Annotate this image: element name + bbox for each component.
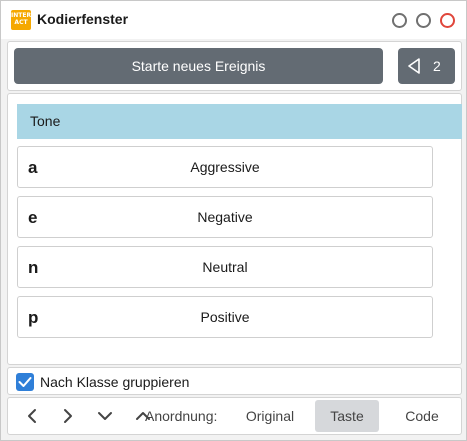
group-by-class-label[interactable]: Nach Klasse gruppieren [40,374,189,390]
start-new-event-button[interactable]: Starte neues Ereignis [14,48,383,84]
code-label: Neutral [202,259,248,275]
code-label: Aggressive [190,159,260,175]
sort-key-button[interactable]: Taste [315,400,379,432]
code-button-neutral[interactable]: Neutral n [17,246,433,288]
code-button-aggressive[interactable]: Aggressive a [17,146,433,188]
previous-event-button[interactable]: 2 [398,48,455,84]
checkmark-icon [18,377,32,387]
toolbar: Starte neues Ereignis 2 [7,41,462,91]
chevron-right-icon[interactable] [58,406,78,426]
close-button[interactable] [440,13,455,28]
code-button-negative[interactable]: Negative e [17,196,433,238]
window-title: Kodierfenster [37,11,129,27]
triangle-left-icon [408,58,420,74]
title-bar: INTER ACT Kodierfenster [1,1,466,39]
chevron-down-icon[interactable] [95,406,115,426]
code-key: p [28,308,39,327]
group-header-tone[interactable]: Tone [17,104,462,139]
coding-window: INTER ACT Kodierfenster Starte neues Ere… [0,0,467,441]
group-by-class-bar: Nach Klasse gruppieren [7,367,462,395]
interact-app-icon: INTER ACT [11,10,31,30]
event-count: 2 [433,58,441,74]
chevron-left-icon[interactable] [22,406,42,426]
code-key: e [28,208,38,227]
code-label: Negative [197,209,253,225]
code-key: a [28,158,38,177]
codes-panel: Tone Aggressive a Negative e Neutral n P… [7,93,462,365]
group-by-class-checkbox[interactable] [16,373,34,391]
sort-order-label: Anordnung: [145,408,218,424]
minimize-button[interactable] [392,13,407,28]
sort-code-button[interactable]: Code [390,400,454,432]
code-button-positive[interactable]: Positive p [17,296,433,338]
bottom-bar: Anordnung: Original Taste Code [7,397,462,435]
code-label: Positive [200,309,250,325]
sort-original-button[interactable]: Original [234,400,306,432]
maximize-button[interactable] [416,13,431,28]
code-key: n [28,258,39,277]
